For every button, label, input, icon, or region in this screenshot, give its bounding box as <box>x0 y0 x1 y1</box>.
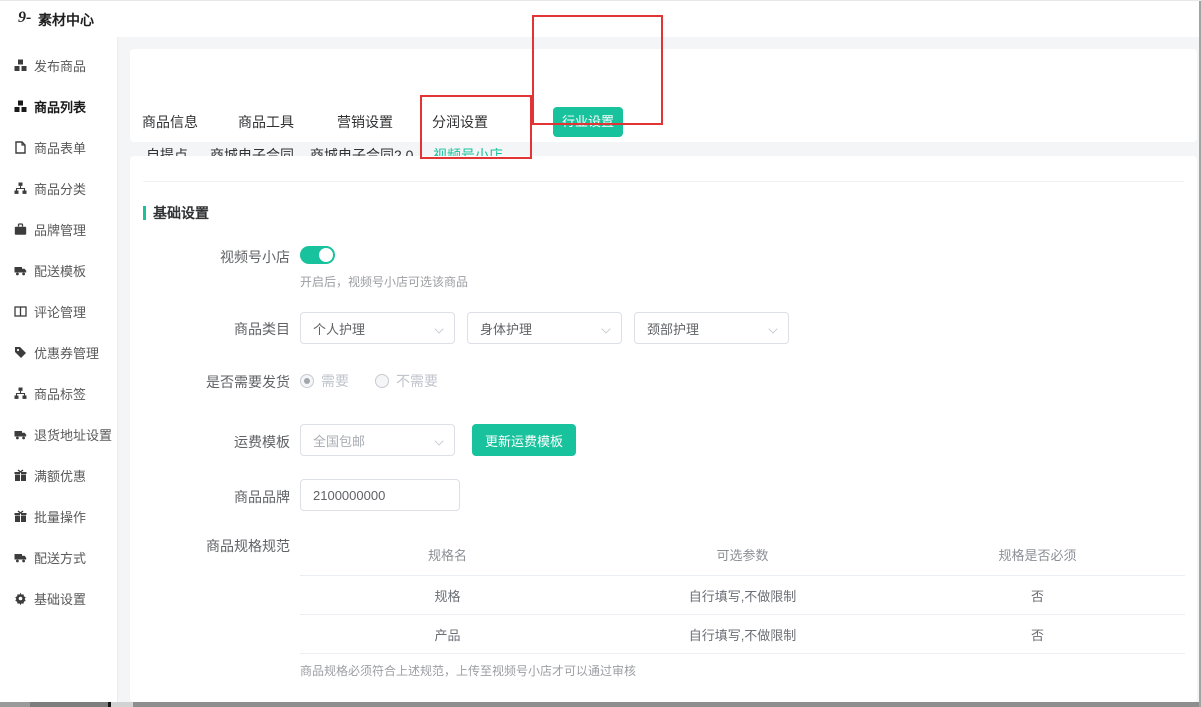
sidebar-item-batch-operations[interactable]: 批量操作 <box>0 496 117 537</box>
field-label-spec: 商品规格规范 <box>130 536 290 556</box>
sidebar-item-label: 商品列表 <box>34 97 86 116</box>
page-title: 素材中心 <box>38 10 94 30</box>
sidebar-item-label: 发布商品 <box>34 56 86 75</box>
chevron-down-icon <box>435 324 444 333</box>
brand-input[interactable] <box>300 479 460 511</box>
radio-shipping-required-no[interactable]: 不需要 <box>375 371 438 391</box>
sidebar-item-full-discount[interactable]: 满额优惠 <box>0 455 117 496</box>
briefcase-icon <box>14 223 27 236</box>
tab-product-info[interactable]: 商品信息 <box>142 112 198 132</box>
sidebar-item-brand-management[interactable]: 品牌管理 <box>0 209 117 250</box>
bottom-scrollbar[interactable] <box>0 702 1201 707</box>
cubes-icon <box>14 59 27 72</box>
radio-circle-icon <box>375 374 389 388</box>
tab-profit-settings[interactable]: 分润设置 <box>432 112 488 132</box>
spec-table-row: 产品 自行填写,不做限制 否 <box>300 615 1185 654</box>
spec-header-params: 可选参数 <box>595 545 890 564</box>
settings-card: 基础设置 视频号小店 开启后，视频号小店可选该商品 商品类目 个人护理 身体护理… <box>130 156 1197 702</box>
sidebar-item-label: 退货地址设置 <box>34 425 112 444</box>
sidebar-item-label: 品牌管理 <box>34 220 86 239</box>
truck-icon <box>14 264 27 277</box>
toggle-knob <box>319 248 333 262</box>
sidebar-item-product-category[interactable]: 商品分类 <box>0 168 117 209</box>
columns-icon <box>14 305 27 318</box>
sidebar-item-label: 商品表单 <box>34 138 86 157</box>
sidebar-item-label: 商品分类 <box>34 179 86 198</box>
spec-table-header-row: 规格名 可选参数 规格是否必须 <box>300 534 1185 576</box>
category-select-level1[interactable]: 个人护理 <box>300 312 455 344</box>
tabs-card: 商品信息 商品工具 营销设置 分润设置 行业设置 自提点 商城电子合同 商城电子… <box>130 49 1197 142</box>
section-header: 基础设置 <box>143 203 209 223</box>
chevron-down-icon <box>769 324 778 333</box>
category-select-level2[interactable]: 身体护理 <box>467 312 622 344</box>
divider <box>143 181 1184 182</box>
radio-circle-icon <box>300 374 314 388</box>
gear-icon <box>14 592 27 605</box>
sidebar-item-product-form[interactable]: 商品表单 <box>0 127 117 168</box>
field-label-category: 商品类目 <box>130 319 290 339</box>
section-accent-bar <box>143 206 146 220</box>
tab-marketing-settings[interactable]: 营销设置 <box>337 112 393 132</box>
toggle-hint-text: 开启后，视频号小店可选该商品 <box>300 273 468 290</box>
sidebar-item-return-address-settings[interactable]: 退货地址设置 <box>0 414 117 455</box>
logo-icon: 9- <box>18 9 31 27</box>
field-label-shipping-required: 是否需要发货 <box>130 372 290 392</box>
sitemap-icon <box>14 387 27 400</box>
sidebar-item-coupon-management[interactable]: 优惠券管理 <box>0 332 117 373</box>
update-freight-template-button[interactable]: 更新运费模板 <box>472 424 576 456</box>
tab-product-tools[interactable]: 商品工具 <box>238 112 294 132</box>
sidebar-item-product-tags[interactable]: 商品标签 <box>0 373 117 414</box>
section-title: 基础设置 <box>153 203 209 223</box>
gift-icon <box>14 510 27 523</box>
spec-header-required: 规格是否必须 <box>890 545 1185 564</box>
sidebar-item-label: 基础设置 <box>34 589 86 608</box>
field-label-freight-template: 运费模板 <box>130 432 290 452</box>
tab-industry-settings[interactable]: 行业设置 <box>553 107 623 137</box>
radio-shipping-required-yes[interactable]: 需要 <box>300 371 349 391</box>
sidebar-item-delivery-template[interactable]: 配送模板 <box>0 250 117 291</box>
truck-icon <box>14 551 27 564</box>
gift-icon <box>14 469 27 482</box>
sidebar-item-publish-product[interactable]: 发布商品 <box>0 45 117 86</box>
sidebar-item-label: 优惠券管理 <box>34 343 99 362</box>
file-icon <box>14 141 27 154</box>
chevron-down-icon <box>602 324 611 333</box>
field-label-brand: 商品品牌 <box>130 487 290 507</box>
spec-table-row: 规格 自行填写,不做限制 否 <box>300 576 1185 615</box>
sidebar-item-comment-management[interactable]: 评论管理 <box>0 291 117 332</box>
freight-template-select[interactable]: 全国包邮 <box>300 424 455 456</box>
sidebar-item-basic-settings[interactable]: 基础设置 <box>0 578 117 619</box>
truck-icon <box>14 428 27 441</box>
top-header: 9- 素材中心 <box>0 1 1201 37</box>
sitemap-icon <box>14 182 27 195</box>
sidebar-item-product-list[interactable]: 商品列表 <box>0 86 117 127</box>
chevron-down-icon <box>435 436 444 445</box>
video-shop-toggle[interactable] <box>300 246 335 264</box>
spec-header-name: 规格名 <box>300 545 595 564</box>
sidebar-item-label: 配送模板 <box>34 261 86 280</box>
sidebar-item-label: 商品标签 <box>34 384 86 403</box>
sidebar-item-label: 配送方式 <box>34 548 86 567</box>
field-label-video-shop: 视频号小店 <box>130 247 290 267</box>
spec-table: 规格名 可选参数 规格是否必须 规格 自行填写,不做限制 否 产品 自行填写,不… <box>300 534 1185 654</box>
sidebar-item-label: 批量操作 <box>34 507 86 526</box>
category-select-level3[interactable]: 颈部护理 <box>634 312 789 344</box>
app-window: 9- 素材中心 发布商品 商品列表 商品表单 商品分类 品牌管理 配送模板 <box>0 0 1201 707</box>
spec-note-text: 商品规格必须符合上述规范，上传至视频号小店才可以通过审核 <box>300 662 636 679</box>
cubes-icon <box>14 100 27 113</box>
sidebar-nav: 发布商品 商品列表 商品表单 商品分类 品牌管理 配送模板 评论管理 优惠券管 <box>0 37 118 702</box>
sidebar-item-label: 评论管理 <box>34 302 86 321</box>
sidebar-item-delivery-method[interactable]: 配送方式 <box>0 537 117 578</box>
sidebar-item-label: 满额优惠 <box>34 466 86 485</box>
tag-icon <box>14 346 27 359</box>
